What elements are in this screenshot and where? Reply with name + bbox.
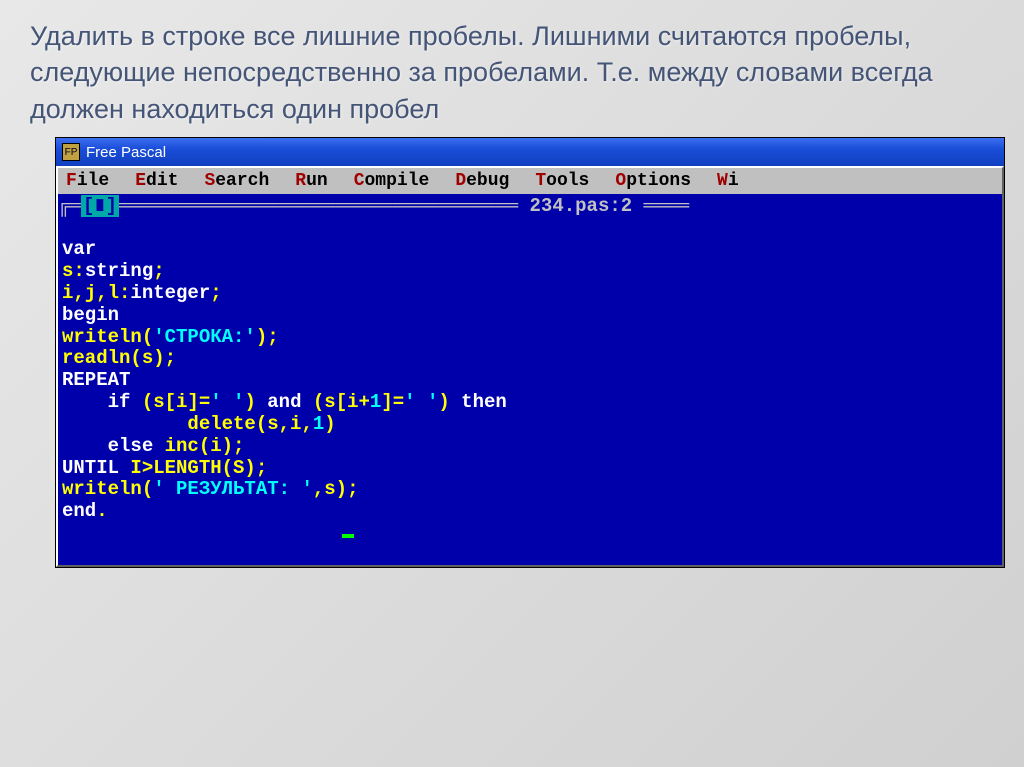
code-punct: ;	[153, 260, 164, 282]
code-line: s:	[62, 260, 85, 282]
menu-edit[interactable]: Edit	[135, 171, 178, 191]
code-line: readln(s);	[62, 347, 176, 369]
code-keyword: then	[461, 391, 507, 413]
code-line: end	[62, 500, 96, 522]
code-line: i,j,l:	[62, 282, 130, 304]
menubar: File Edit Search Run Compile Debug Tools…	[56, 166, 1004, 194]
code-line: delete(s,i,	[62, 413, 313, 435]
ide-window: FP Free Pascal File Edit Search Run Comp…	[55, 137, 1005, 568]
code-text: (s[i+	[302, 391, 370, 413]
code-line: writeln(	[62, 326, 153, 348]
code-line: REPEAT	[62, 369, 130, 391]
code-text: (s[i]=	[130, 391, 210, 413]
code-punct: );	[256, 326, 279, 348]
code-line: writeln(	[62, 478, 153, 500]
code-punct: ;	[210, 282, 221, 304]
code-punct: )	[324, 413, 335, 435]
code-line: UNTIL	[62, 457, 119, 479]
menu-window[interactable]: Wi	[717, 171, 739, 191]
menu-options[interactable]: Options	[615, 171, 691, 191]
menu-compile[interactable]: Compile	[354, 171, 430, 191]
code-text: ,s);	[313, 478, 359, 500]
editor-frame-top: ╔═[∎]═══════════════════════════════════…	[58, 194, 1002, 217]
titlebar[interactable]: FP Free Pascal	[56, 138, 1004, 166]
menu-file[interactable]: File	[66, 171, 109, 191]
code-number: 1	[313, 413, 324, 435]
code-line: begin	[62, 304, 119, 326]
code-punct: .	[96, 500, 107, 522]
code-string: 'СТРОКА:'	[153, 326, 256, 348]
window-title: Free Pascal	[86, 144, 166, 161]
code-string: ' '	[210, 391, 244, 413]
code-text: inc(i);	[153, 435, 244, 457]
code-editor[interactable]: var s:string; i,j,l:integer; begin write…	[58, 217, 1002, 565]
code-string: ' '	[404, 391, 438, 413]
code-text: ]=	[381, 391, 404, 413]
cursor	[342, 534, 354, 538]
menu-debug[interactable]: Debug	[455, 171, 509, 191]
slide-title: Удалить в строке все лишние пробелы. Лиш…	[0, 0, 1024, 137]
app-icon: FP	[62, 143, 80, 161]
menu-search[interactable]: Search	[204, 171, 269, 191]
code-number: 1	[370, 391, 381, 413]
menu-tools[interactable]: Tools	[535, 171, 589, 191]
code-keyword: and	[267, 391, 301, 413]
menu-run[interactable]: Run	[295, 171, 327, 191]
code-keyword: integer	[130, 282, 210, 304]
code-line: else	[62, 435, 153, 457]
code-line: if	[62, 391, 130, 413]
code-string: ' РЕЗУЛЬТАТ: '	[153, 478, 313, 500]
code-text: )	[438, 391, 461, 413]
code-text: )	[244, 391, 267, 413]
code-line: var	[62, 238, 96, 260]
code-keyword: string	[85, 260, 153, 282]
editor-area[interactable]: ╔═[∎]═══════════════════════════════════…	[56, 194, 1004, 567]
code-text: I>LENGTH(S);	[119, 457, 267, 479]
